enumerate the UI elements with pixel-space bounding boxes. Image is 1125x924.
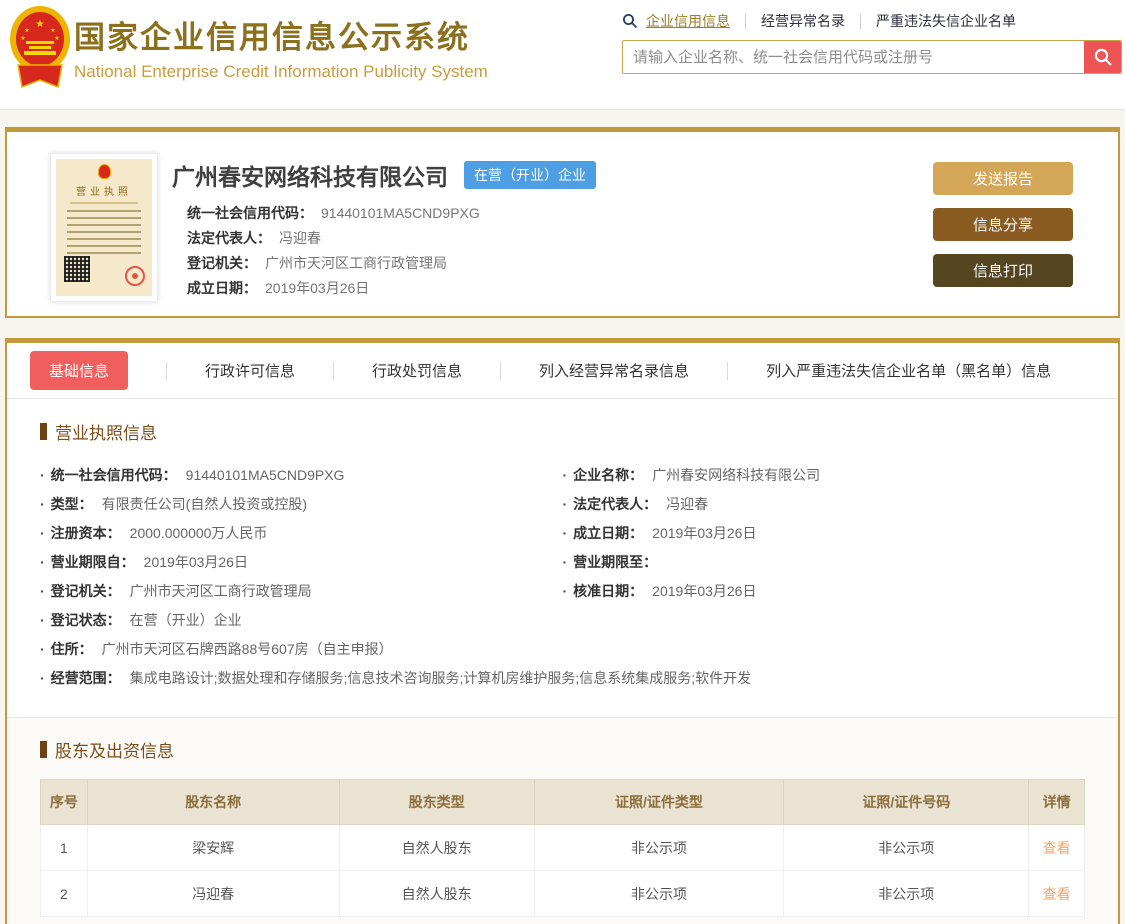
share-info-button[interactable]: 信息分享: [933, 208, 1073, 241]
search-button[interactable]: [1084, 41, 1121, 73]
search-input[interactable]: [623, 41, 1084, 73]
shareholders-table: 序号 股东名称 股东类型 证照/证件类型 证照/证件号码 详情 1 梁安辉 自然…: [40, 779, 1085, 917]
col-header-shareholder-type: 股东类型: [338, 779, 535, 825]
svg-text:★: ★: [36, 19, 45, 30]
cell-shareholder-type: 自然人股东: [338, 824, 535, 871]
cell-cert-number: 非公示项: [783, 870, 1030, 917]
section-marker: [40, 423, 47, 440]
table-row: 1 梁安辉 自然人股东 非公示项 非公示项 查看: [40, 824, 1085, 871]
search-button-icon: [1094, 48, 1112, 66]
company-summary-card: 营业执照 广州春安网络科技有限公司 在营（开业）企业 统一社会信用代码： 9144…: [5, 127, 1120, 318]
license-thumb-textlines: [66, 210, 142, 254]
col-header-index: 序号: [40, 779, 88, 825]
svg-text:★: ★: [50, 27, 55, 34]
kv-business-scope: 经营范围：集成电路设计;数据处理和存储服务;信息技术咨询服务;计算机房维护服务;…: [40, 664, 1085, 693]
cell-shareholder-type: 自然人股东: [338, 870, 535, 917]
tab-separator: [333, 361, 335, 380]
license-thumb-title: 营业执照: [76, 187, 132, 198]
cell-shareholder-name: 梁安辉: [86, 824, 340, 871]
license-info-grid: 统一社会信用代码：91440101MA5CND9PXG 企业名称：广州春安网络科…: [40, 461, 1085, 693]
nav-link-enterprise-credit[interactable]: 企业信用信息: [646, 11, 730, 31]
kv-credit-code: 统一社会信用代码：91440101MA5CND9PXG: [40, 461, 563, 490]
company-field-registration-authority: 登记机关： 广州市天河区工商行政管理局: [187, 255, 447, 271]
status-badge: 在营（开业）企业: [464, 161, 596, 189]
section-marker: [40, 741, 47, 758]
cell-shareholder-name: 冯迎春: [86, 870, 340, 917]
section-title-license-info: 营业执照信息: [40, 419, 1085, 444]
nav-separator: [860, 13, 861, 29]
kv-term-from: 营业期限自：2019年03月26日: [40, 548, 563, 577]
company-field-legal-rep: 法定代表人： 冯迎春: [187, 230, 321, 246]
license-red-seal-icon: [125, 266, 145, 286]
kv-registration-authority: 登记机关：广州市天河区工商行政管理局: [40, 577, 563, 606]
kv-term-to: 营业期限至：: [563, 548, 1086, 577]
tab-blacklist[interactable]: 列入严重违法失信企业名单（黑名单）信息: [766, 360, 1051, 381]
kv-registered-capital: 注册资本：2000.000000万人民币: [40, 519, 563, 548]
cell-cert-type: 非公示项: [533, 824, 785, 871]
kv-legal-rep: 法定代表人：冯迎春: [563, 490, 1086, 519]
nav-separator: [745, 13, 746, 29]
detail-card: 基础信息 行政许可信息 行政处罚信息 列入经营异常名录信息 列入严重违法失信企业…: [5, 338, 1120, 924]
shareholders-section: 股东及出资信息 序号 股东名称 股东类型 证照/证件类型 证照/证件号码 详情: [7, 718, 1118, 924]
kv-address: 住所：广州市天河区石牌西路88号607房（自主申报）: [40, 635, 1085, 664]
svg-text:★: ★: [54, 35, 59, 42]
cell-index: 2: [40, 870, 88, 917]
nav-link-serious-violations[interactable]: 严重违法失信企业名单: [876, 11, 1016, 31]
company-name: 广州春安网络科技有限公司: [172, 164, 448, 190]
national-emblem-icon: ★ ★ ★ ★ ★: [10, 6, 70, 89]
site-subtitle: National Enterprise Credit Information P…: [74, 62, 488, 81]
tab-separator: [727, 361, 729, 380]
kv-approval-date: 核准日期：2019年03月26日: [563, 577, 1086, 606]
table-row: 2 冯迎春 自然人股东 非公示项 非公示项 查看: [40, 870, 1085, 917]
svg-text:★: ★: [20, 35, 25, 42]
tab-basic-info[interactable]: 基础信息: [30, 351, 129, 390]
tab-administrative-penalty[interactable]: 行政处罚信息: [372, 360, 462, 381]
kv-establishment-date: 成立日期：2019年03月26日: [563, 519, 1086, 548]
section-title-shareholders: 股东及出资信息: [40, 737, 1085, 762]
kv-registration-status: 登记状态：在营（开业）企业: [40, 606, 563, 635]
national-emblem-logo: ★ ★ ★ ★ ★: [8, 3, 72, 98]
cell-cert-number: 非公示项: [783, 824, 1030, 871]
col-header-cert-type: 证照/证件类型: [533, 779, 785, 825]
business-license-image: 营业执照: [56, 159, 152, 296]
cell-index: 1: [40, 824, 88, 871]
send-report-button[interactable]: 发送报告: [933, 162, 1073, 195]
col-header-detail: 详情: [1028, 779, 1085, 825]
tab-administrative-licensing[interactable]: 行政许可信息: [205, 360, 295, 381]
search-bar: [622, 40, 1122, 74]
site-header: ★ ★ ★ ★ ★ 国家企业信用信息公示系统 National Enterpri…: [0, 0, 1125, 110]
search-icon: [622, 13, 638, 29]
card-actions: 发送报告 信息分享 信息打印: [933, 162, 1073, 300]
view-detail-link[interactable]: 查看: [1043, 886, 1071, 902]
top-nav: 企业信用信息 经营异常名录 严重违法失信企业名单: [622, 10, 1122, 32]
license-qr-code: [64, 256, 90, 282]
cell-cert-type: 非公示项: [533, 870, 785, 917]
tab-abnormal-operations-list[interactable]: 列入经营异常名录信息: [539, 360, 689, 381]
print-info-button[interactable]: 信息打印: [933, 254, 1073, 287]
company-field-establishment-date: 成立日期： 2019年03月26日: [187, 280, 370, 296]
col-header-cert-number: 证照/证件号码: [783, 779, 1030, 825]
table-header-row: 序号 股东名称 股东类型 证照/证件类型 证照/证件号码 详情: [40, 779, 1085, 825]
nav-link-abnormal-operations[interactable]: 经营异常名录: [761, 11, 845, 31]
site-title: 国家企业信用信息公示系统: [74, 20, 470, 55]
kv-company-name: 企业名称：广州春安网络科技有限公司: [563, 461, 1086, 490]
business-license-thumbnail: 营业执照: [50, 153, 158, 302]
svg-text:★: ★: [24, 27, 29, 34]
view-detail-link[interactable]: 查看: [1043, 840, 1071, 856]
company-field-credit-code: 统一社会信用代码： 91440101MA5CND9PXG: [187, 205, 480, 221]
license-emblem-icon: [97, 164, 111, 179]
col-header-shareholder-name: 股东名称: [86, 779, 340, 825]
tab-separator: [500, 361, 502, 380]
license-thumb-divider: [70, 202, 138, 204]
tab-separator: [166, 361, 168, 380]
business-license-info-section: 营业执照信息 统一社会信用代码：91440101MA5CND9PXG 企业名称：…: [7, 399, 1118, 717]
tab-bar: 基础信息 行政许可信息 行政处罚信息 列入经营异常名录信息 列入严重违法失信企业…: [7, 343, 1118, 398]
kv-company-type: 类型：有限责任公司(自然人投资或控股): [40, 490, 563, 519]
